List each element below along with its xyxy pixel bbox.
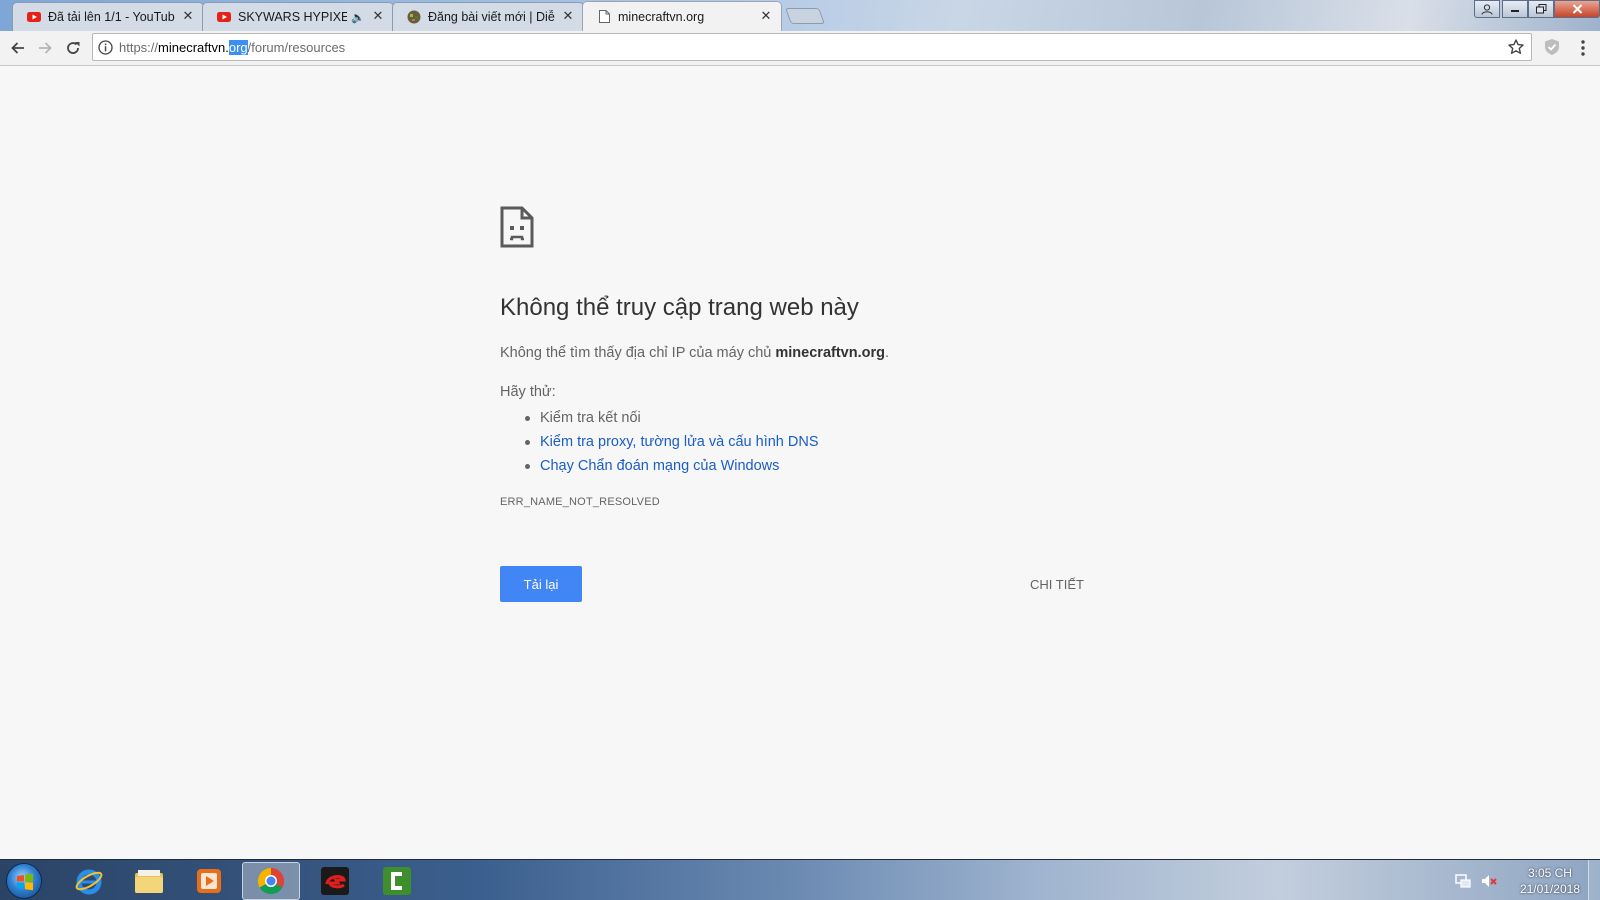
- check-proxy-link[interactable]: Kiểm tra proxy, tường lửa và cấu hình DN…: [540, 434, 819, 450]
- restore-icon[interactable]: [1528, 0, 1554, 18]
- taskbar-clock[interactable]: 3:05 CH 21/01/2018: [1520, 865, 1580, 897]
- close-window-icon[interactable]: [1554, 0, 1600, 18]
- tab-close-icon[interactable]: ✕: [759, 9, 773, 24]
- file-explorer-icon[interactable]: [120, 862, 178, 900]
- tab-close-icon[interactable]: ✕: [371, 10, 385, 24]
- tab-close-icon[interactable]: ✕: [181, 10, 195, 24]
- garena-icon[interactable]: [306, 862, 364, 900]
- url-selected-text: org: [228, 40, 248, 55]
- camtasia-icon[interactable]: [368, 862, 426, 900]
- reload-button[interactable]: Tải lại: [500, 566, 582, 602]
- audio-playing-icon[interactable]: 🔈: [351, 11, 365, 24]
- youtube-icon: [27, 10, 41, 24]
- url-host: minecraftvn.: [158, 40, 229, 55]
- network-diagnostics-link[interactable]: Chạy Chẩn đoán mạng của Windows: [540, 458, 779, 474]
- chrome-icon[interactable]: [242, 862, 300, 900]
- browser-toolbar: https://minecraftvn.org/forum/resources: [0, 31, 1600, 66]
- error-page: Không thể truy cập trang web này Không t…: [0, 66, 1600, 859]
- page-icon: [597, 10, 611, 24]
- start-button[interactable]: [6, 863, 42, 899]
- tab-skywars[interactable]: SKYWARS HYPIXEL V2 🔈 ✕: [202, 2, 394, 31]
- suggestions-list: Kiểm tra kết nối Kiểm tra proxy, tường l…: [525, 406, 819, 478]
- window-controls: [1474, 0, 1600, 18]
- url-scheme: https://: [119, 40, 159, 55]
- new-tab-button[interactable]: [785, 8, 825, 24]
- minecraft-icon: [407, 10, 421, 24]
- extension-shield-icon[interactable]: [1542, 37, 1562, 57]
- windows-logo-icon: [17, 873, 33, 891]
- suggestion-network-diagnostics: Chạy Chẩn đoán mạng của Windows: [525, 454, 819, 478]
- tab-close-icon[interactable]: ✕: [561, 10, 575, 24]
- clock-date: 21/01/2018: [1519, 881, 1580, 896]
- description-host: minecraftvn.org: [775, 345, 885, 361]
- tab-title: SKYWARS HYPIXEL V2: [238, 10, 347, 24]
- tab-forum-post[interactable]: Đăng bài viết mới | Diễn đ ✕: [392, 2, 584, 31]
- suggestion-check-proxy: Kiểm tra proxy, tường lửa và cấu hình DN…: [525, 430, 819, 454]
- youtube-icon: [217, 10, 231, 24]
- tab-minecraftvn[interactable]: minecraftvn.org ✕: [582, 1, 782, 31]
- description-suffix: .: [884, 345, 890, 361]
- taskbar: 3:05 CH 21/01/2018: [0, 859, 1600, 900]
- try-label: Hãy thử:: [500, 384, 556, 400]
- bookmark-star-icon[interactable]: [1507, 38, 1525, 56]
- clock-time: 3:05 CH: [1527, 865, 1572, 880]
- address-bar[interactable]: https://minecraftvn.org/forum/resources: [92, 33, 1532, 61]
- info-icon[interactable]: [98, 40, 113, 55]
- internet-explorer-icon[interactable]: [60, 862, 118, 900]
- back-icon[interactable]: [7, 37, 29, 59]
- title-bar: Đã tải lên 1/1 - YouTube ✕ SKYWARS HYPIX…: [0, 0, 1600, 31]
- tab-youtube-upload[interactable]: Đã tải lên 1/1 - YouTube ✕: [12, 2, 204, 31]
- tab-title: minecraftvn.org: [618, 9, 705, 24]
- details-button[interactable]: CHI TIẾT: [1030, 577, 1084, 592]
- sad-document-icon: [500, 206, 534, 248]
- description-text: Không thể tìm thấy địa chỉ IP của máy ch…: [500, 345, 776, 361]
- suggestion-text: Kiểm tra kết nối: [540, 410, 641, 426]
- url-text[interactable]: https://minecraftvn.org/forum/resources: [119, 40, 345, 55]
- network-icon[interactable]: [1454, 872, 1472, 890]
- forward-icon[interactable]: [34, 37, 56, 59]
- system-tray: 3:05 CH 21/01/2018: [1454, 860, 1580, 900]
- suggestion-check-connection: Kiểm tra kết nối: [525, 406, 819, 430]
- error-description: Không thể tìm thấy địa chỉ IP của máy ch…: [500, 345, 889, 361]
- menu-kebab-icon[interactable]: [1576, 38, 1590, 58]
- tab-title: Đăng bài viết mới | Diễn đ: [428, 10, 555, 24]
- minimize-icon[interactable]: [1502, 0, 1528, 18]
- profile-icon[interactable]: [1474, 0, 1500, 18]
- reload-icon[interactable]: [62, 37, 84, 59]
- error-code: ERR_NAME_NOT_RESOLVED: [500, 496, 660, 508]
- media-player-icon[interactable]: [180, 862, 238, 900]
- error-heading: Không thể truy cập trang web này: [500, 294, 859, 321]
- volume-muted-icon[interactable]: [1480, 872, 1498, 890]
- tab-title: Đã tải lên 1/1 - YouTube: [48, 10, 175, 24]
- url-path: /forum/resources: [247, 40, 346, 55]
- show-desktop-button[interactable]: [1588, 860, 1600, 900]
